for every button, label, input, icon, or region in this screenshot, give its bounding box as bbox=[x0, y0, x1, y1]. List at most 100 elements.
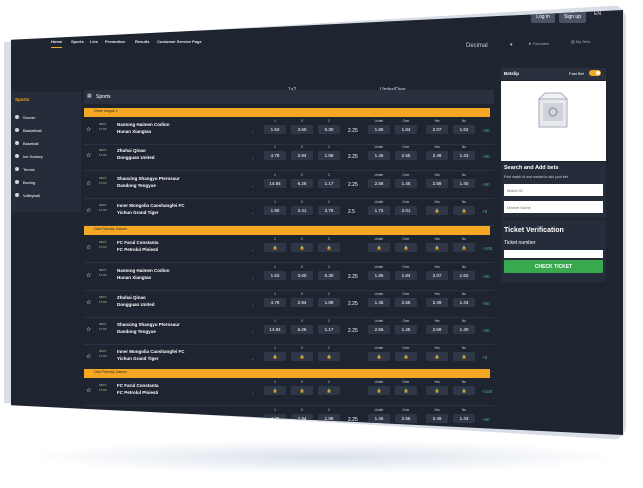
odds-cell[interactable]: 1.43 bbox=[453, 414, 475, 423]
odds-cell[interactable]: 🔒 bbox=[453, 206, 475, 215]
nav-results[interactable]: Results bbox=[135, 39, 149, 44]
odds-format-select[interactable]: Decimal bbox=[466, 43, 488, 49]
odds-cell[interactable]: 🔒 bbox=[426, 243, 448, 252]
match-row[interactable]: ☆ 06/07 17:00 Zhuhai Qinao Dongguan United - 1… bbox=[84, 291, 494, 318]
odds-cell[interactable]: 1.84 bbox=[395, 125, 417, 134]
odds-cell[interactable]: 🔒 bbox=[453, 386, 475, 395]
star-icon[interactable]: ☆ bbox=[86, 326, 91, 333]
match-row[interactable]: ☆ 06/07 17:00 Shaoxing Shangyu Pterosaur Dan… bbox=[84, 318, 494, 345]
odds-cell[interactable]: 1.86 bbox=[368, 125, 390, 134]
odds-cell[interactable]: 4.78 bbox=[264, 298, 286, 307]
star-icon[interactable]: ☆ bbox=[86, 415, 91, 422]
league-header[interactable]: Club Friendly Games bbox=[84, 369, 490, 378]
more-markets-link[interactable]: +50 bbox=[482, 154, 490, 159]
odds-cell[interactable]: 🔒 bbox=[395, 386, 417, 395]
star-icon[interactable]: ☆ bbox=[86, 126, 91, 133]
odds-cell[interactable]: 🔒 bbox=[368, 352, 390, 361]
odds-cell[interactable]: 1.45 bbox=[395, 325, 417, 334]
odds-cell[interactable]: 2.49 bbox=[426, 151, 448, 160]
odds-cell[interactable]: 1.88 bbox=[318, 298, 340, 307]
odds-cell[interactable]: 14.84 bbox=[264, 179, 286, 188]
odds-cell[interactable]: 1.84 bbox=[395, 271, 417, 280]
more-markets-link[interactable]: +50 bbox=[482, 182, 490, 187]
odds-cell[interactable]: 2.55 bbox=[395, 414, 417, 423]
more-markets-link[interactable]: +50 bbox=[482, 417, 490, 422]
match-row[interactable]: ☆ 06/07 17:00 Nantong Haimen Codion Hunan Xi… bbox=[84, 264, 494, 291]
odds-cell[interactable]: 1.62 bbox=[453, 125, 475, 134]
match-row[interactable]: ☆ 06/07 17:00 Nantong Haimen Codion Hunan Xi… bbox=[84, 118, 494, 145]
nav-home[interactable]: Home bbox=[51, 39, 63, 48]
check-ticket-button[interactable]: CHECK TICKET bbox=[504, 260, 603, 273]
language-selector[interactable]: EN bbox=[594, 11, 601, 17]
star-icon[interactable]: ☆ bbox=[86, 299, 91, 306]
odds-cell[interactable]: 🔒 bbox=[318, 243, 340, 252]
odds-cell[interactable]: 14.84 bbox=[264, 325, 286, 334]
league-header[interactable]: Chine league 1 bbox=[84, 108, 490, 117]
odds-cell[interactable]: 2.55 bbox=[395, 151, 417, 160]
star-icon[interactable]: ☆ bbox=[86, 244, 91, 251]
nav-promotion[interactable]: Promotion bbox=[105, 39, 125, 44]
match-row[interactable]: ☆ 06/07 17:00 Shaoxing Shangyu Pterosaur Dan… bbox=[84, 172, 494, 199]
odds-cell[interactable]: 🔒 bbox=[291, 386, 313, 395]
odds-cell[interactable]: 🔒 bbox=[264, 243, 286, 252]
more-markets-link[interactable]: +100 bbox=[482, 246, 492, 251]
odds-cell[interactable]: 1.17 bbox=[318, 325, 340, 334]
odds-cell[interactable]: 3.75 bbox=[318, 206, 340, 215]
sidebar-item-tennis[interactable]: Tennis bbox=[15, 164, 35, 174]
odds-cell[interactable]: 5.30 bbox=[318, 271, 340, 280]
odds-cell[interactable]: 2.94 bbox=[291, 151, 313, 160]
star-icon[interactable]: ☆ bbox=[86, 387, 91, 394]
more-markets-link[interactable]: +50 bbox=[482, 301, 490, 306]
star-icon[interactable]: ☆ bbox=[86, 207, 91, 214]
nav-customer-service[interactable]: Customer Service Page bbox=[157, 39, 202, 44]
odds-cell[interactable]: 🔒 bbox=[395, 352, 417, 361]
odds-cell[interactable]: 1.43 bbox=[453, 298, 475, 307]
odds-cell[interactable]: 2.59 bbox=[426, 325, 448, 334]
odds-cell[interactable]: 1.45 bbox=[368, 151, 390, 160]
odds-cell[interactable]: 2.94 bbox=[291, 298, 313, 307]
ticket-number-input[interactable] bbox=[504, 250, 603, 258]
odds-cell[interactable]: 2.56 bbox=[368, 179, 390, 188]
star-icon[interactable]: ☆ bbox=[86, 272, 91, 279]
more-markets-link[interactable]: +50 bbox=[482, 328, 490, 333]
odds-cell[interactable]: 3.60 bbox=[291, 271, 313, 280]
odds-cell[interactable]: 2.49 bbox=[426, 414, 448, 423]
odds-cell[interactable]: 1.45 bbox=[368, 298, 390, 307]
odds-cell[interactable]: 2.01 bbox=[395, 206, 417, 215]
mybets-link[interactable]: ▤ My Bets bbox=[571, 39, 590, 44]
sidebar-item-basketball[interactable]: Basketball bbox=[15, 125, 41, 135]
star-icon[interactable]: ☆ bbox=[86, 152, 91, 159]
odds-cell[interactable]: 🔒 bbox=[426, 352, 448, 361]
league-header[interactable]: Club Friendly Games bbox=[84, 226, 490, 235]
odds-cell[interactable]: 🔒 bbox=[426, 206, 448, 215]
odds-cell[interactable]: 1.43 bbox=[453, 151, 475, 160]
odds-cell[interactable]: 1.86 bbox=[368, 271, 390, 280]
sidebar-item-soccer[interactable]: Soccer bbox=[15, 112, 35, 122]
odds-cell[interactable]: 🔒 bbox=[453, 243, 475, 252]
more-markets-link[interactable]: +50 bbox=[482, 274, 490, 279]
sidebar-item-volleyball[interactable]: Volleyball bbox=[15, 190, 40, 200]
match-id-input[interactable] bbox=[504, 184, 603, 196]
odds-cell[interactable]: 🔒 bbox=[291, 243, 313, 252]
favorites-link[interactable]: ★ Favorites bbox=[528, 41, 549, 46]
odds-cell[interactable]: 2.07 bbox=[426, 125, 448, 134]
odds-cell[interactable]: 🔒 bbox=[264, 352, 286, 361]
nav-live[interactable]: Live bbox=[90, 39, 98, 44]
odds-cell[interactable]: 2.49 bbox=[426, 298, 448, 307]
odds-cell[interactable]: 1.63 bbox=[264, 271, 286, 280]
odds-cell[interactable]: 1.40 bbox=[453, 325, 475, 334]
odds-cell[interactable]: 6.26 bbox=[291, 179, 313, 188]
odds-cell[interactable]: 1.45 bbox=[368, 414, 390, 423]
odds-cell[interactable]: 1.45 bbox=[395, 179, 417, 188]
odds-cell[interactable]: 1.62 bbox=[453, 271, 475, 280]
odds-cell[interactable]: 🔒 bbox=[264, 386, 286, 395]
market-name-input[interactable] bbox=[504, 201, 603, 213]
odds-cell[interactable]: 6.26 bbox=[291, 325, 313, 334]
odds-cell[interactable]: 2.55 bbox=[395, 298, 417, 307]
match-row[interactable]: ☆ 06/07 17:00 Zhuhai Qinao Dongguan United - 1… bbox=[84, 407, 494, 434]
match-row[interactable]: ☆ 06/07 17:00 Zhuhai Qinao Dongguan United - 1… bbox=[84, 144, 494, 171]
odds-cell[interactable]: 🔒 bbox=[368, 243, 390, 252]
odds-cell[interactable]: 2.94 bbox=[291, 414, 313, 423]
more-markets-link[interactable]: +5 bbox=[482, 355, 487, 360]
odds-cell[interactable]: 1.88 bbox=[318, 151, 340, 160]
